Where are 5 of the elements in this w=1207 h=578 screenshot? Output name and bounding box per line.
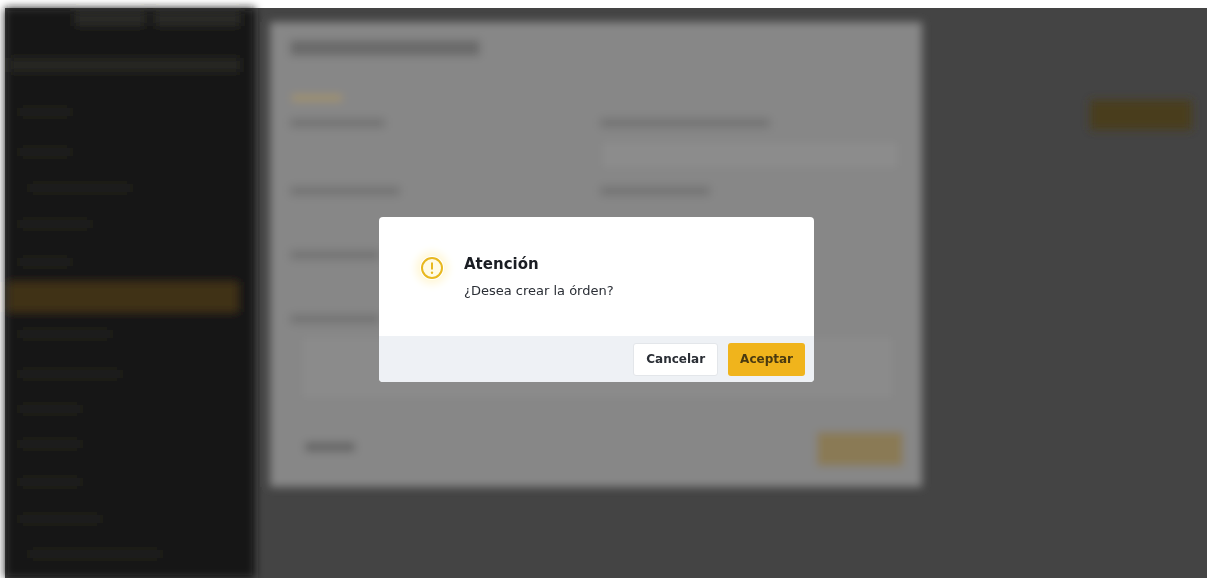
- accept-button[interactable]: Aceptar: [728, 342, 805, 376]
- dialog-message: ¿Desea crear la órden?: [464, 283, 614, 298]
- warning-icon: [420, 256, 444, 280]
- dialog-title: Atención: [464, 255, 540, 273]
- cancel-button[interactable]: Cancelar: [633, 342, 719, 376]
